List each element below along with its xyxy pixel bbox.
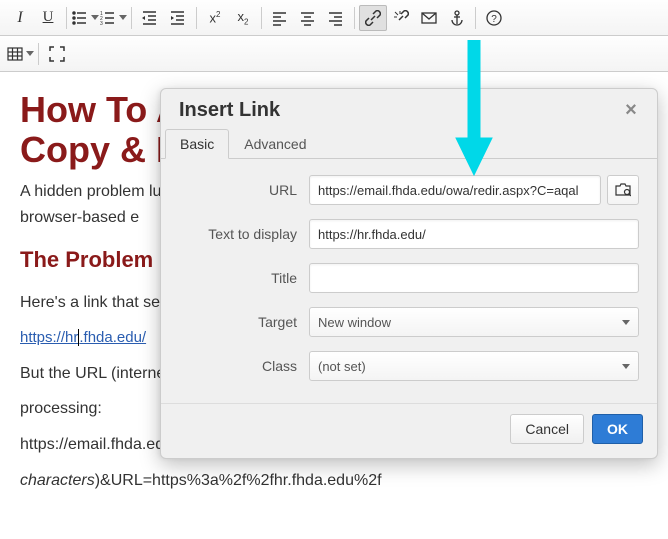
svg-text:3: 3 <box>100 21 103 26</box>
target-label: Target <box>179 314 309 330</box>
example-link[interactable]: https://hr.fhda.edu/ <box>20 329 146 346</box>
underline-icon[interactable]: U <box>34 5 62 31</box>
dialog-title: Insert Link <box>179 99 280 122</box>
chevron-down-icon <box>622 364 630 369</box>
target-select[interactable]: New window <box>309 307 639 337</box>
text-label: Text to display <box>179 226 309 242</box>
browse-button[interactable] <box>607 175 639 205</box>
italic-icon[interactable]: I <box>6 5 34 31</box>
separator <box>66 7 67 29</box>
table-icon[interactable] <box>6 41 34 67</box>
tab-basic[interactable]: Basic <box>165 129 229 159</box>
separator <box>261 7 262 29</box>
help-icon[interactable]: ? <box>480 5 508 31</box>
align-center-icon[interactable] <box>294 5 322 31</box>
anchor-icon[interactable] <box>443 5 471 31</box>
target-value: New window <box>318 315 391 330</box>
chevron-down-icon <box>622 320 630 325</box>
outdent-icon[interactable] <box>136 5 164 31</box>
indent-icon[interactable] <box>164 5 192 31</box>
separator <box>196 7 197 29</box>
subscript-icon[interactable]: x2 <box>229 5 257 31</box>
dialog-tabs: Basic Advanced <box>161 128 657 159</box>
annotation-arrow <box>454 40 494 180</box>
link-icon[interactable] <box>359 5 387 31</box>
superscript-icon[interactable]: x2 <box>201 5 229 31</box>
numbered-list-icon[interactable]: 123 <box>99 5 127 31</box>
title-input[interactable] <box>309 263 639 293</box>
class-select[interactable]: (not set) <box>309 351 639 381</box>
editor-toolbar: I U 123 x2 x2 ? <box>0 0 668 36</box>
tab-advanced[interactable]: Advanced <box>229 129 321 159</box>
class-value: (not set) <box>318 359 366 374</box>
ok-button[interactable]: OK <box>592 414 643 444</box>
separator <box>38 43 39 65</box>
url-label: URL <box>179 182 309 198</box>
dialog-body: URL Text to display Title Target <box>161 159 657 403</box>
fullscreen-icon[interactable] <box>43 41 71 67</box>
cancel-button[interactable]: Cancel <box>510 414 584 444</box>
unlink-icon[interactable] <box>387 5 415 31</box>
insert-link-dialog: Insert Link × Basic Advanced URL Text to… <box>160 88 658 459</box>
separator <box>354 7 355 29</box>
class-label: Class <box>179 358 309 374</box>
body-text: characters)&URL=https%3a%2f%2fhr.fhda.ed… <box>20 468 648 494</box>
editor-toolbar-2 <box>0 36 668 72</box>
title-label: Title <box>179 270 309 286</box>
text-input[interactable] <box>309 219 639 249</box>
separator <box>131 7 132 29</box>
separator <box>475 7 476 29</box>
align-left-icon[interactable] <box>266 5 294 31</box>
mail-icon[interactable] <box>415 5 443 31</box>
svg-text:?: ? <box>491 14 497 25</box>
dialog-footer: Cancel OK <box>161 403 657 458</box>
dialog-header: Insert Link × <box>161 89 657 128</box>
close-icon[interactable]: × <box>619 99 643 122</box>
align-right-icon[interactable] <box>322 5 350 31</box>
bullet-list-icon[interactable] <box>71 5 99 31</box>
